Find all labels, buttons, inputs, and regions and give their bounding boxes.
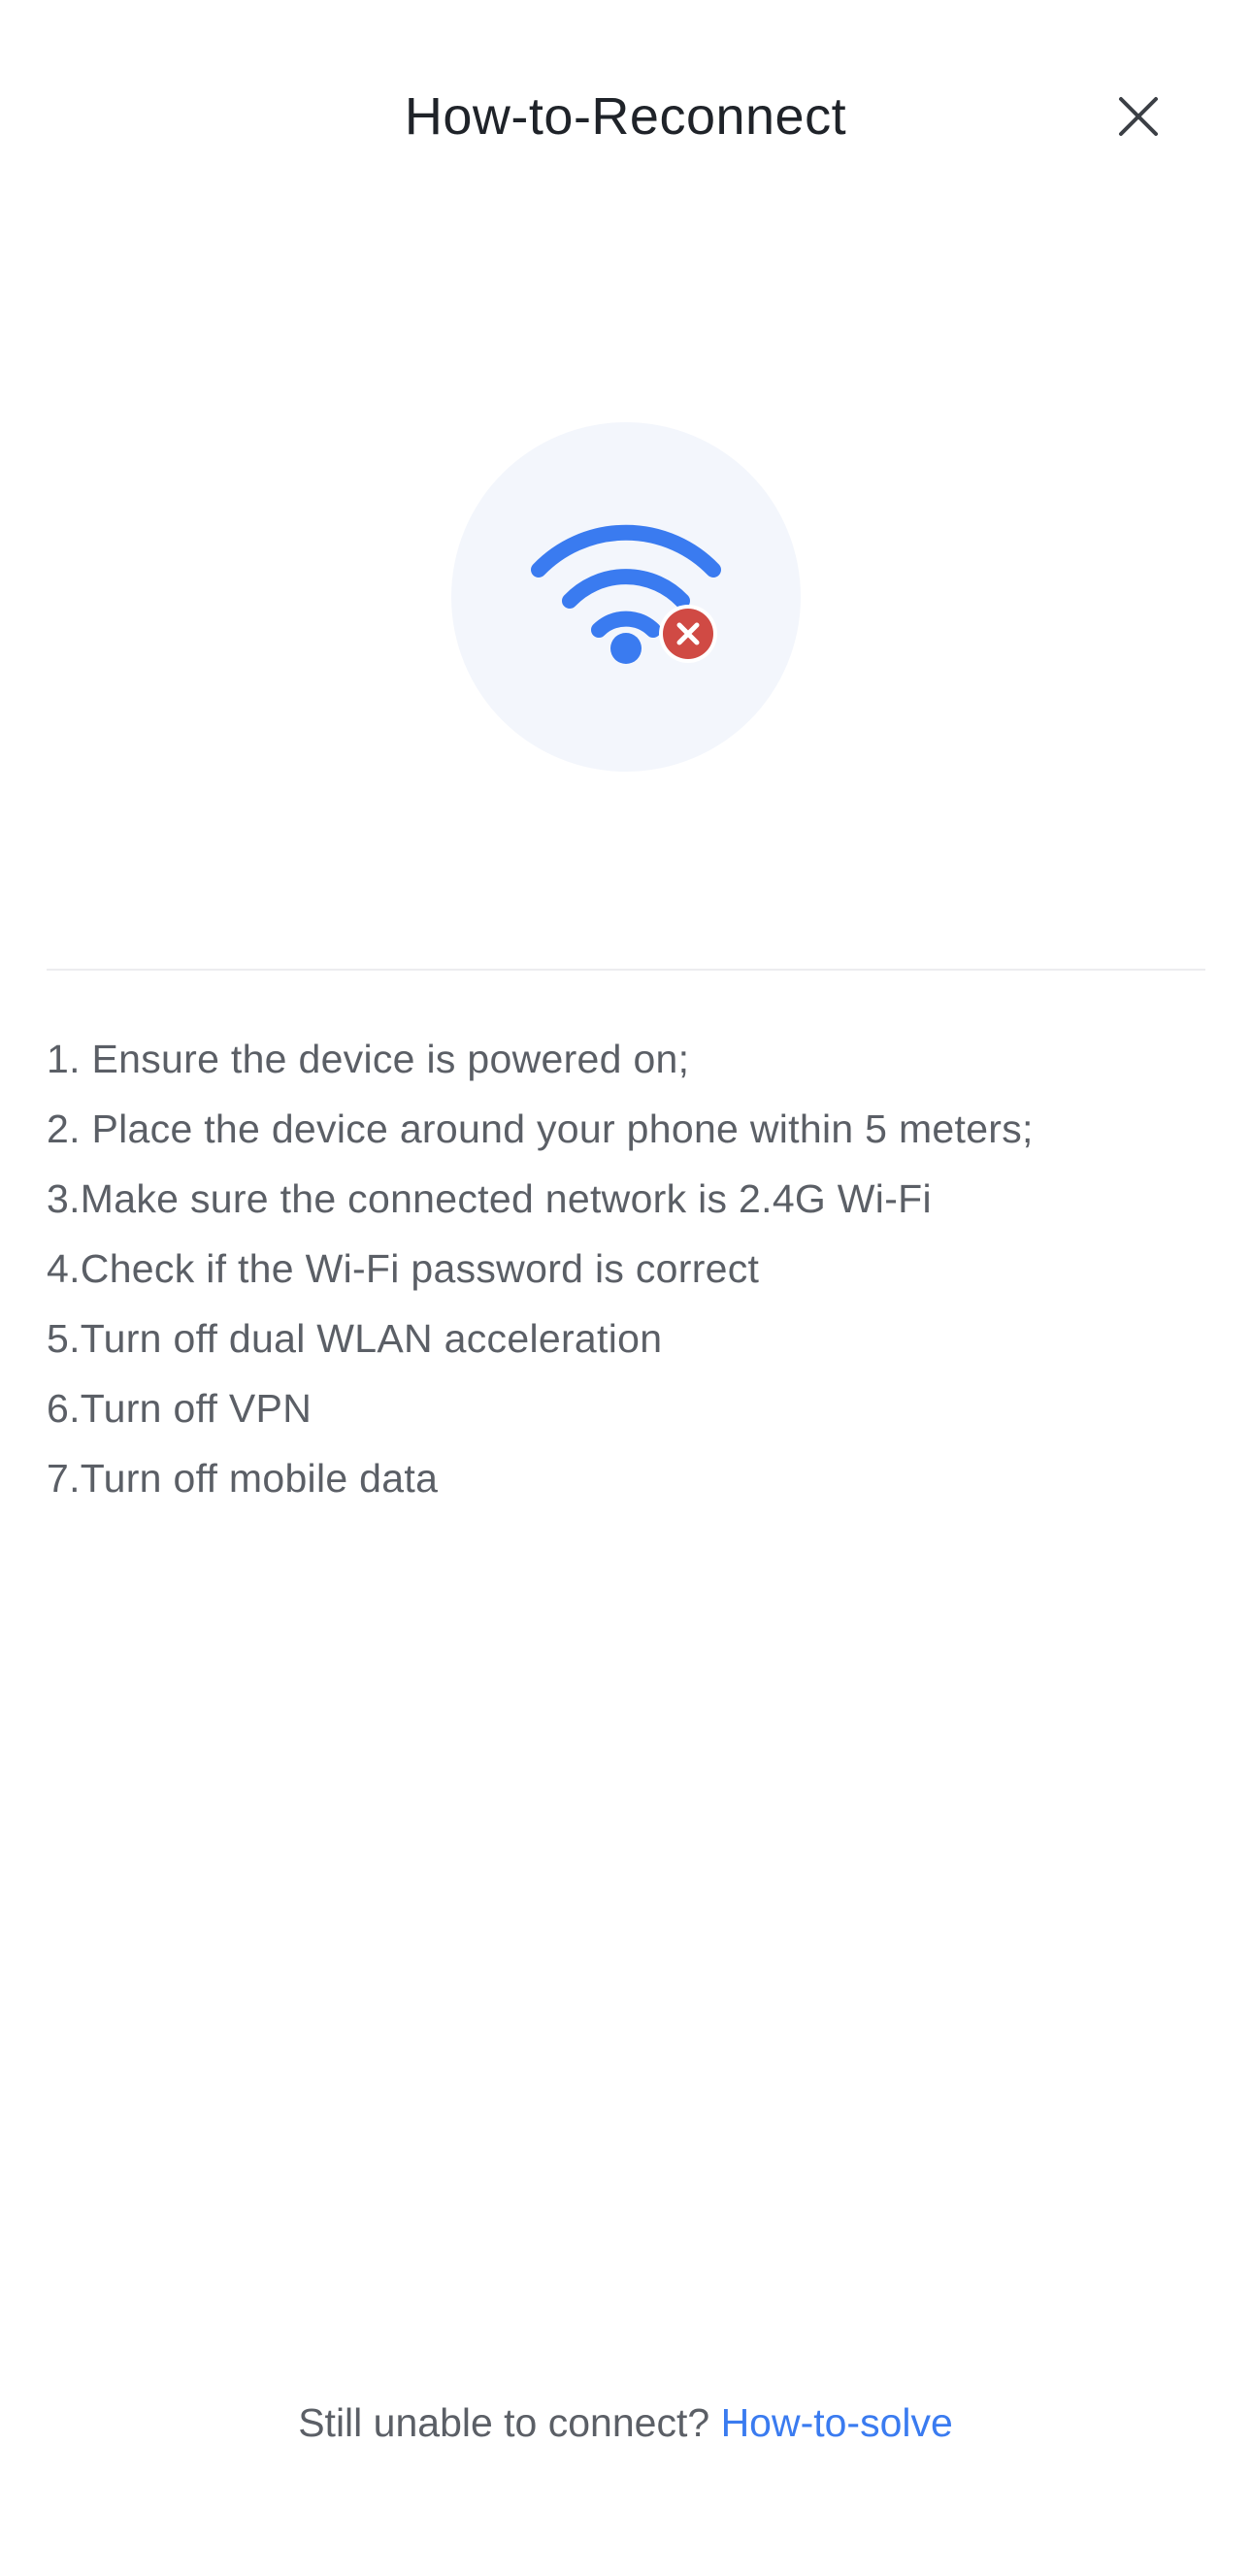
page-title: How-to-Reconnect [404,87,847,146]
divider [47,969,1205,971]
step-item: 7.Turn off mobile data [47,1456,439,1501]
step-item: 1. Ensure the device is powered on; [47,1037,690,1081]
step-item: 4.Check if the Wi-Fi password is correct [47,1246,760,1291]
step-item: 5.Turn off dual WLAN acceleration [47,1316,663,1361]
error-x-icon [659,605,717,663]
close-button[interactable] [1109,87,1168,146]
close-icon [1119,97,1158,136]
wifi-disconnected-icon [531,524,721,664]
header: How-to-Reconnect [0,0,1251,233]
step-item: 2. Place the device around your phone wi… [47,1106,1034,1151]
how-to-solve-link[interactable]: How-to-solve [721,2400,953,2445]
footer-prompt: Still unable to connect? [298,2400,721,2445]
step-item: 3.Make sure the connected network is 2.4… [47,1176,932,1221]
troubleshooting-steps: 1. Ensure the device is powered on; 2. P… [47,1024,1205,1513]
step-item: 6.Turn off VPN [47,1386,313,1431]
footer: Still unable to connect? How-to-solve [0,2388,1251,2458]
